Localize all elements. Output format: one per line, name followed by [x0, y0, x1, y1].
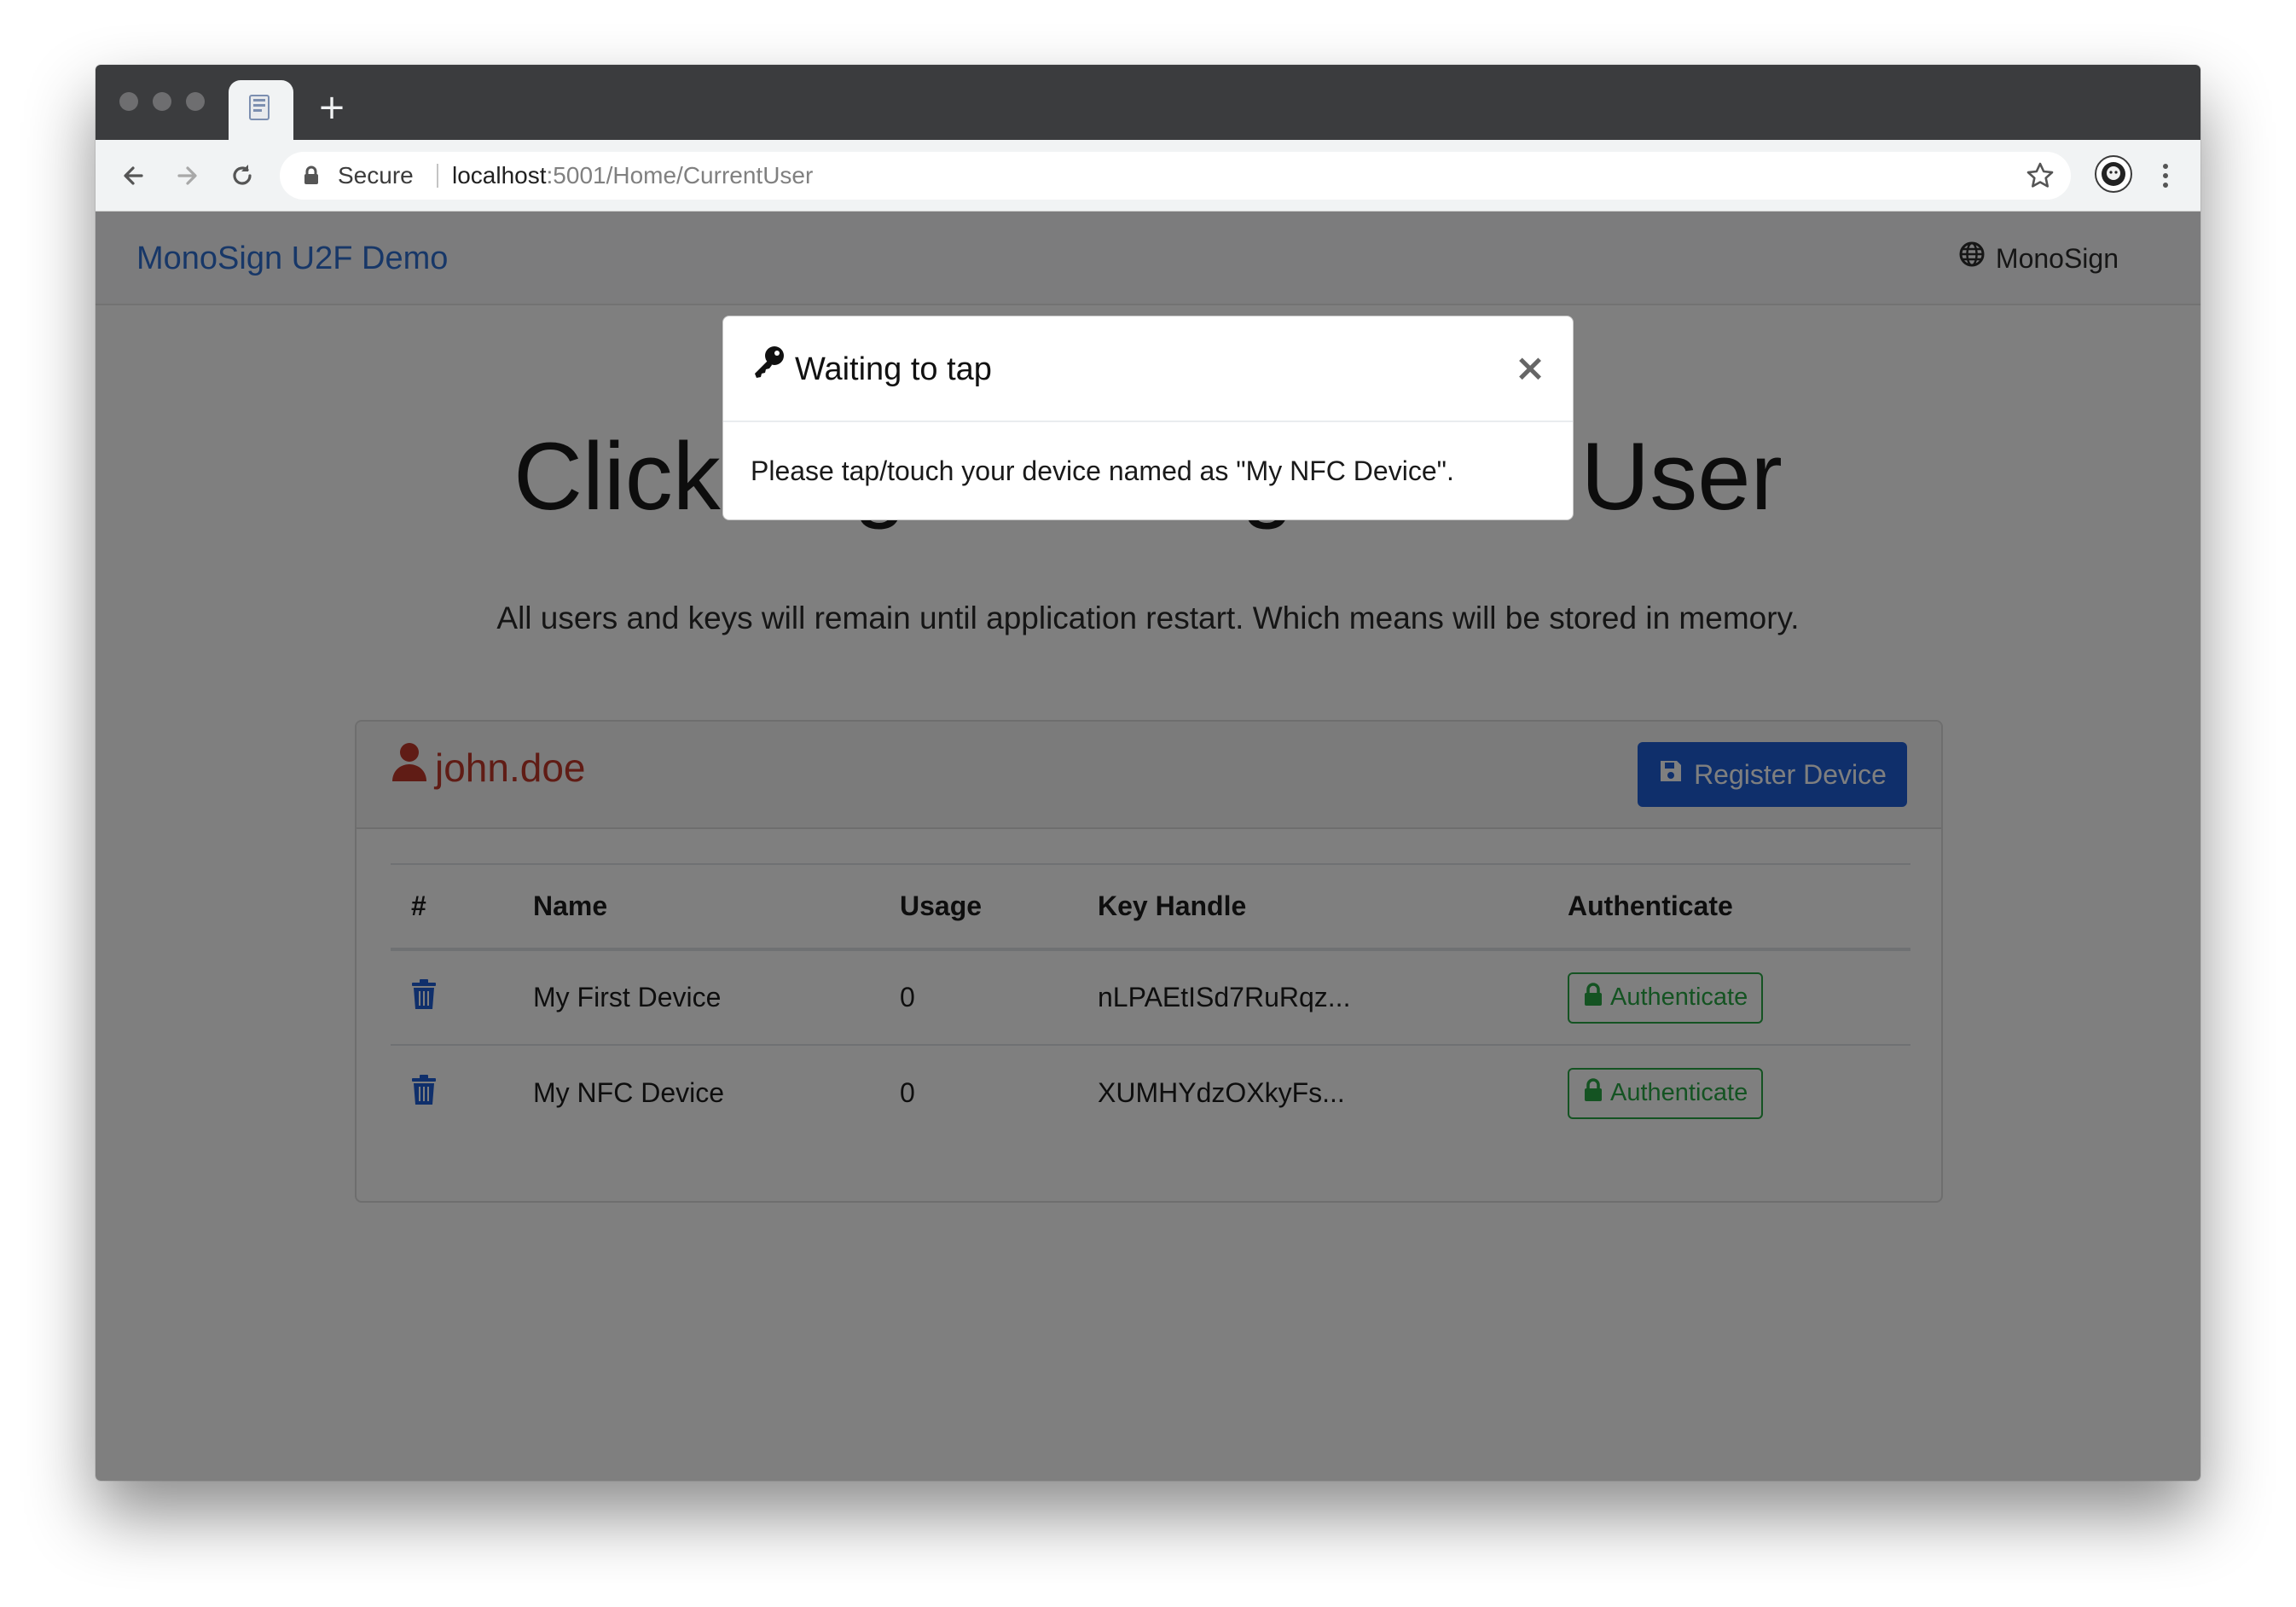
maximize-window-dot[interactable] — [186, 92, 205, 111]
url-host: localhost — [452, 162, 547, 189]
url-text: localhost:5001/Home/CurrentUser — [452, 152, 813, 200]
browser-toolbar: Secure localhost:5001/Home/CurrentUser — [96, 140, 2200, 212]
new-tab-plus-icon[interactable]: + — [313, 89, 351, 126]
secure-label: Secure — [338, 162, 414, 189]
more-vert-icon[interactable] — [2153, 157, 2178, 194]
browser-tab[interactable] — [229, 80, 293, 140]
close-window-dot[interactable] — [119, 92, 138, 111]
page-viewport: MonoSign U2F Demo MonoSign Click Login o… — [96, 212, 2200, 1481]
omnibox-divider — [437, 164, 438, 188]
lock-icon — [302, 165, 321, 190]
tab-strip: + — [96, 65, 2200, 140]
url-path: :5001/Home/CurrentUser — [546, 162, 814, 189]
modal-title: Waiting to tap — [751, 316, 992, 422]
minimize-window-dot[interactable] — [153, 92, 171, 111]
waiting-modal: Waiting to tap × Please tap/touch your d… — [722, 316, 1574, 520]
forward-arrow-icon[interactable] — [169, 157, 206, 194]
profile-icon[interactable] — [2095, 155, 2132, 193]
address-bar[interactable]: Secure localhost:5001/Home/CurrentUser — [280, 152, 2071, 200]
modal-header: Waiting to tap × — [723, 316, 1573, 422]
browser-window: + Secure localhost:5001/Home/CurrentUser — [96, 65, 2200, 1481]
star-icon[interactable] — [2025, 160, 2055, 195]
reload-icon[interactable] — [223, 157, 261, 194]
back-arrow-icon[interactable] — [114, 157, 152, 194]
key-icon — [751, 316, 786, 422]
modal-body-text: Please tap/touch your device named as "M… — [751, 455, 1454, 486]
page-icon — [248, 94, 274, 127]
modal-title-text: Waiting to tap — [795, 351, 992, 387]
close-icon[interactable]: × — [1513, 347, 1547, 390]
